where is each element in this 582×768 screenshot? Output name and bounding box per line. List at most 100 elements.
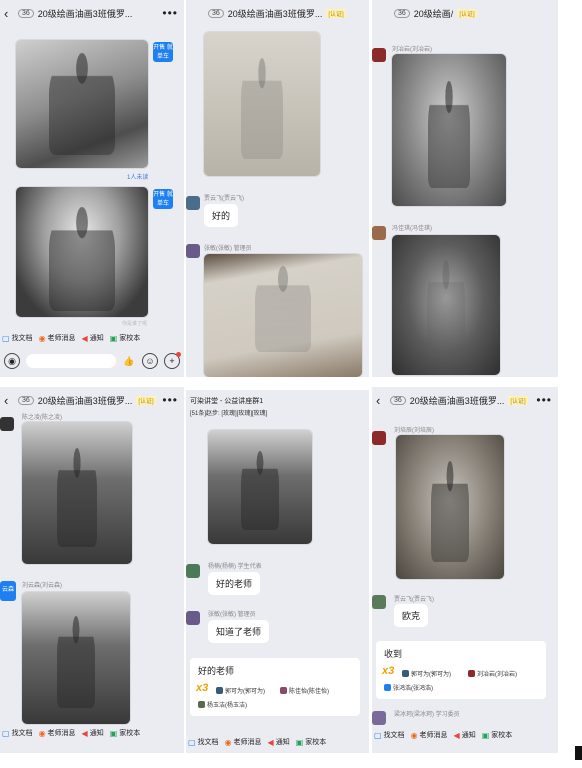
notification-dot bbox=[176, 352, 181, 357]
document-icon: ▢ bbox=[2, 333, 10, 343]
reactor-item: 张鸿浩(张鸿浩) bbox=[384, 683, 433, 692]
quick-toolbar: ▢ 找文档 ◉ 老师消息 ◀ 通知 ▣ 家校本 bbox=[372, 727, 558, 743]
home-school-button[interactable]: ▣ 家校本 bbox=[482, 730, 513, 740]
notice-button[interactable]: ◀ 通知 bbox=[454, 730, 476, 740]
chat-panel-1: ‹ 36 20级绘画油画3班俄罗... ••• 开售 就单车 1人未读 开售 就… bbox=[0, 0, 184, 377]
reactor-item: 陈佳怡(陈佳怡) bbox=[280, 686, 329, 695]
reaction-card[interactable]: 收到 x3 郭可为(郭可为) 刘冶岩(刘冶岩) 张鸿浩(张鸿浩) bbox=[376, 641, 546, 699]
role-tag: 学生代表 bbox=[237, 564, 262, 570]
back-arrow-icon[interactable]: ‹ bbox=[4, 6, 14, 21]
drawing-photo[interactable] bbox=[392, 54, 506, 206]
message-bubble[interactable]: 好的 bbox=[204, 204, 239, 227]
teacher-msg-label: 老师消息 bbox=[47, 730, 76, 737]
drawing-photo[interactable] bbox=[208, 430, 312, 544]
app-badge[interactable]: 开售 就单车 bbox=[153, 189, 173, 209]
find-doc-label: 找文档 bbox=[11, 730, 33, 737]
teacher-icon: ◉ bbox=[38, 333, 46, 343]
avatar[interactable] bbox=[372, 711, 386, 725]
unread-count: 36 bbox=[18, 8, 34, 18]
drawing-photo[interactable] bbox=[204, 32, 320, 176]
megaphone-icon: ◀ bbox=[267, 737, 274, 747]
chat-panel-4: ‹ 36 20级绘画油画3班俄罗... [认证] ••• 陈之凌(陈之凌) 云森… bbox=[0, 387, 184, 753]
drawing-photo[interactable] bbox=[396, 435, 504, 579]
more-icon[interactable]: ••• bbox=[536, 393, 552, 407]
find-doc-button[interactable]: ▢ 找文档 bbox=[188, 737, 219, 747]
read-receipt[interactable]: 1人未读 bbox=[127, 172, 148, 181]
notice-button[interactable]: ◀ 通知 bbox=[82, 333, 104, 343]
notice-label: 通知 bbox=[89, 335, 104, 342]
avatar[interactable] bbox=[186, 611, 200, 625]
find-doc-button[interactable]: ▢ 找文档 bbox=[2, 333, 33, 343]
megaphone-icon: ◀ bbox=[453, 730, 460, 740]
chat-panel-3: 36 20级绘画/ [认证] 刘冶岩(刘冶岩) 冯佳琪(冯佳琪) bbox=[372, 0, 558, 377]
forwarded-banner-title[interactable]: 可染讲堂 - 公益讲座群1 bbox=[190, 396, 263, 406]
home-school-button[interactable]: ▣ 家校本 bbox=[296, 737, 327, 747]
avatar[interactable] bbox=[372, 48, 386, 62]
teacher-msg-button[interactable]: ◉ 老师消息 bbox=[39, 333, 76, 343]
teacher-msg-button[interactable]: ◉ 老师消息 bbox=[39, 728, 76, 738]
reaction-card[interactable]: 好的老师 x3 郭可为(郭可为) 陈佳怡(陈佳怡) 杨玉洁(杨玉洁) bbox=[190, 658, 360, 716]
home-school-button[interactable]: ▣ 家校本 bbox=[110, 728, 141, 738]
home-school-label: 家校本 bbox=[305, 739, 327, 746]
group-title: 20级绘画油画3班俄罗... bbox=[37, 395, 133, 406]
drawing-photo[interactable] bbox=[22, 422, 132, 564]
avatar[interactable] bbox=[186, 244, 200, 258]
avatar[interactable] bbox=[186, 196, 200, 210]
notice-label: 通知 bbox=[275, 739, 290, 746]
notice-label: 通知 bbox=[461, 732, 476, 739]
find-doc-label: 找文档 bbox=[11, 335, 33, 342]
multiplier-badge: x3 bbox=[196, 682, 209, 694]
notice-button[interactable]: ◀ 通知 bbox=[82, 728, 104, 738]
drawing-photo[interactable] bbox=[16, 187, 148, 317]
more-icon[interactable]: ••• bbox=[162, 393, 178, 407]
reactor-item: 郭可为(郭可为) bbox=[402, 669, 451, 678]
sender-name: 刘云森(刘云森) bbox=[22, 583, 62, 589]
forwarded-banner-subtitle[interactable]: [51条]赵步: [玫瑰][玫瑰][玫瑰] bbox=[190, 408, 267, 417]
reactor-name: 郭可为(郭可为) bbox=[411, 672, 451, 678]
emoji-icon[interactable]: ☺ bbox=[142, 353, 158, 369]
message-bubble[interactable]: 欧克 bbox=[394, 604, 429, 627]
group-title: 20级绘画油画3班俄罗... bbox=[409, 395, 505, 406]
drawing-photo[interactable] bbox=[204, 254, 362, 377]
sender-name: 刘冶岩(刘冶岩) bbox=[392, 47, 432, 53]
reactor-name: 郭可为(郭可为) bbox=[225, 689, 265, 695]
home-school-button[interactable]: ▣ 家校本 bbox=[110, 333, 141, 343]
back-arrow-icon[interactable]: ‹ bbox=[4, 393, 14, 408]
find-doc-button[interactable]: ▢ 找文档 bbox=[374, 730, 405, 740]
drawing-photo[interactable] bbox=[22, 592, 130, 724]
back-arrow-icon[interactable]: ‹ bbox=[376, 393, 386, 408]
notice-button[interactable]: ◀ 通知 bbox=[268, 737, 290, 747]
app-badge[interactable]: 云森 bbox=[0, 581, 16, 601]
book-icon: ▣ bbox=[481, 730, 490, 740]
add-icon[interactable]: + bbox=[164, 352, 181, 369]
app-badge[interactable]: 开售 就单车 bbox=[153, 42, 173, 62]
avatar[interactable] bbox=[186, 564, 200, 578]
home-school-label: 家校本 bbox=[119, 730, 141, 737]
verified-tag: [认证] bbox=[326, 8, 346, 18]
voice-icon[interactable]: ◉ bbox=[4, 353, 20, 369]
teacher-msg-button[interactable]: ◉ 老师消息 bbox=[225, 737, 262, 747]
message-bubble[interactable]: 知道了老师 bbox=[208, 620, 270, 643]
home-school-label: 家校本 bbox=[491, 732, 513, 739]
book-icon: ▣ bbox=[109, 333, 118, 343]
sender-name: 张敏(张敏) 管理员 bbox=[204, 243, 252, 252]
avatar[interactable] bbox=[372, 431, 386, 445]
find-doc-button[interactable]: ▢ 找文档 bbox=[2, 728, 33, 738]
drawing-photo[interactable] bbox=[16, 40, 148, 168]
quick-toolbar: ▢ 找文档 ◉ 老师消息 ◀ 通知 ▣ 家校本 bbox=[186, 734, 369, 750]
avatar[interactable] bbox=[0, 417, 14, 431]
sender-name: 贾云飞(贾云飞) bbox=[204, 196, 244, 202]
avatar[interactable] bbox=[372, 595, 386, 609]
message-bubble[interactable]: 好的老师 bbox=[208, 572, 261, 595]
reactor-item: 刘冶岩(刘冶岩) bbox=[468, 669, 517, 678]
role-tag: 管理员 bbox=[233, 246, 252, 252]
teacher-msg-button[interactable]: ◉ 老师消息 bbox=[411, 730, 448, 740]
find-doc-label: 找文档 bbox=[197, 739, 219, 746]
message-input[interactable] bbox=[26, 354, 116, 368]
reactor-name: 张鸿浩(张鸿浩) bbox=[393, 686, 433, 692]
drawing-photo[interactable] bbox=[392, 235, 500, 375]
avatar[interactable] bbox=[372, 226, 386, 240]
megaphone-icon: ◀ bbox=[81, 333, 88, 343]
more-icon[interactable]: ••• bbox=[162, 6, 178, 20]
thumbs-up-icon[interactable]: 👍 bbox=[122, 354, 136, 368]
